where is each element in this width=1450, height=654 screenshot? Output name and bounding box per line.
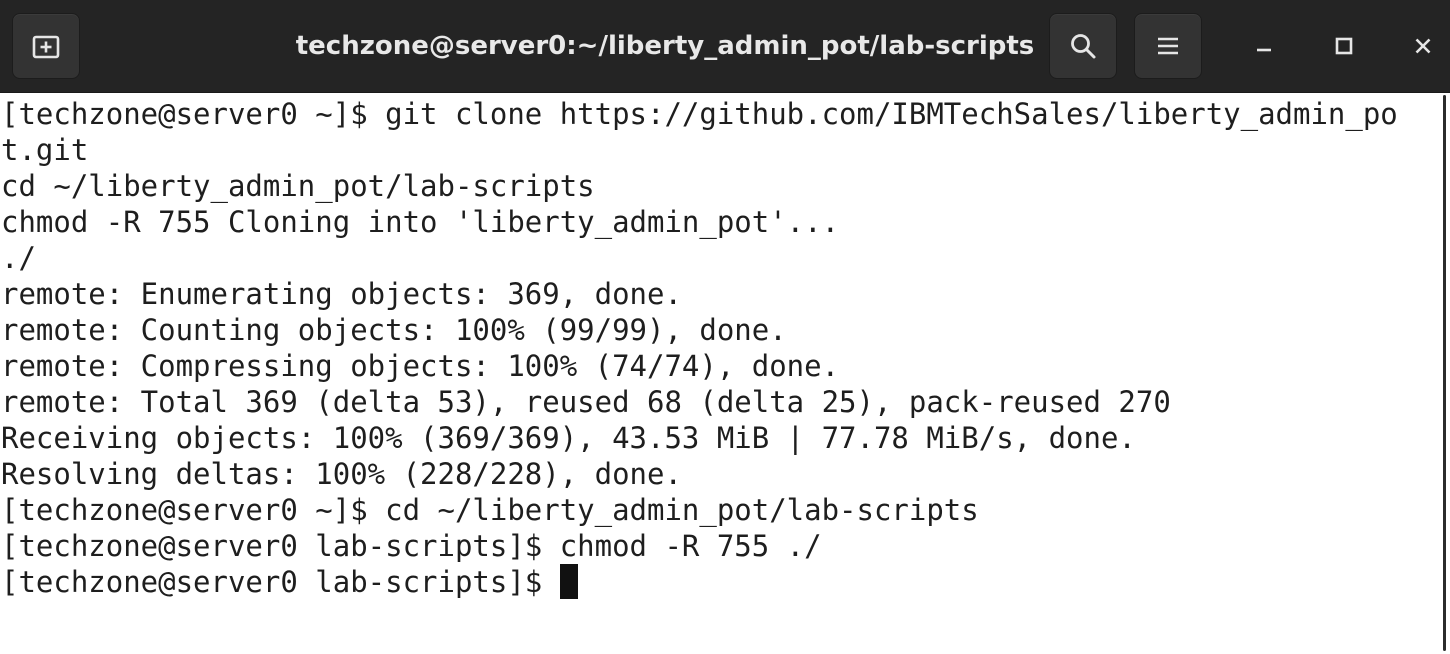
terminal-line: Resolving deltas: 100% (228/228), done. [1,457,682,491]
maximize-icon [1335,37,1353,55]
terminal-line: Receiving objects: 100% (369/369), 43.53… [1,421,1136,455]
close-button[interactable] [1399,22,1447,70]
minimize-button[interactable] [1240,22,1288,70]
terminal-line: remote: Total 369 (delta 53), reused 68 … [1,385,1171,419]
terminal-line: [techzone@server0 lab-scripts]$ chmod -R… [1,529,822,563]
minimize-icon [1257,48,1271,52]
terminal-window: techzone@server0:~/liberty_admin_pot/lab… [0,0,1450,654]
terminal-line: remote: Compressing objects: 100% (74/74… [1,349,840,383]
scrollbar-thumb[interactable] [1443,95,1446,651]
terminal-line: cd ~/liberty_admin_pot/lab-scripts [1,169,595,203]
terminal-line: t.git [1,133,89,167]
terminal-output[interactable]: [techzone@server0 ~]$ git clone https://… [0,93,1442,654]
terminal-prompt-line: [techzone@server0 lab-scripts]$ [1,564,578,600]
terminal-line: remote: Enumerating objects: 369, done. [1,277,682,311]
terminal-line: [techzone@server0 ~]$ git clone https://… [1,97,1398,131]
terminal-scrollbar[interactable] [1442,93,1450,654]
header-bar: techzone@server0:~/liberty_admin_pot/lab… [0,0,1450,93]
menu-button[interactable] [1134,13,1202,79]
new-tab-icon [32,35,60,59]
search-icon [1071,34,1096,59]
search-button[interactable] [1049,13,1117,79]
hamburger-menu-icon [1158,37,1178,55]
terminal-line: ./ [1,241,36,275]
terminal-line: remote: Counting objects: 100% (99/99), … [1,313,787,347]
maximize-button[interactable] [1320,22,1368,70]
close-icon [1415,38,1431,54]
new-tab-button[interactable] [12,13,80,79]
window-title: techzone@server0:~/liberty_admin_pot/lab… [295,31,1035,61]
terminal-line: [techzone@server0 ~]$ cd ~/liberty_admin… [1,493,979,527]
text-cursor [559,564,578,599]
terminal-line: chmod -R 755 Cloning into 'liberty_admin… [1,205,840,239]
terminal-prompt: [techzone@server0 lab-scripts]$ [1,565,560,599]
